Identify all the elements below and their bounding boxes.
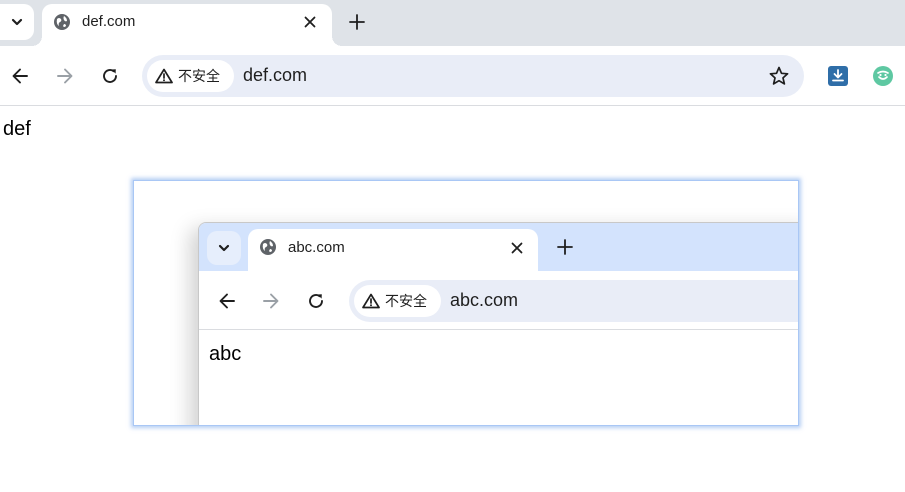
embedded-screenshot: abc.com 不安全 abc.com abc [133,180,799,426]
back-button[interactable] [6,62,34,90]
inner-tab-title: abc.com [288,239,345,256]
chevron-down-icon [218,244,230,252]
reload-button[interactable] [96,62,124,90]
inner-new-tab-button [551,233,579,261]
page-body-text: def [3,118,31,140]
inner-reload-button [302,287,330,315]
plus-icon [349,14,365,30]
inner-browser-window: abc.com 不安全 abc.com abc [198,222,798,425]
inner-address-bar: 不安全 abc.com [349,280,798,322]
globe-icon [260,239,276,255]
inner-security-chip: 不安全 [354,285,441,317]
inner-url-text: abc.com [450,290,519,310]
inner-forward-button [257,287,285,315]
forward-button[interactable] [51,62,79,90]
warning-icon [362,293,380,309]
inner-tab-strip: abc.com [199,223,798,271]
close-icon [511,242,523,254]
tab-active[interactable]: def.com [32,4,342,46]
reload-icon [103,69,117,83]
security-chip-label: 不安全 [178,69,220,85]
inner-page-body-text: abc [209,343,242,365]
url-text[interactable]: def.com [243,65,307,86]
tab-search-button[interactable] [0,4,34,40]
toolbar: 不安全 def.com [0,46,905,106]
tab-strip: def.com [0,0,905,46]
chevron-down-icon [11,18,23,26]
reload-icon [309,294,323,308]
arrow-right-icon [263,293,279,309]
inner-close-tab-button [507,238,527,258]
inner-tab: abc.com [248,229,538,271]
arrow-left-icon [12,68,28,84]
address-bar[interactable]: 不安全 def.com [142,55,804,97]
inner-back-button [213,287,241,315]
inner-security-chip-label: 不安全 [385,294,427,310]
close-tab-button[interactable] [300,12,320,32]
plus-icon [557,239,573,255]
inner-tab-search-button [207,231,241,265]
globe-icon [54,14,70,30]
warning-icon [155,68,173,84]
arrow-right-icon [57,68,73,84]
tab-title: def.com [82,13,136,30]
inner-toolbar: 不安全 abc.com [199,271,798,330]
download-extension-icon[interactable] [827,65,849,87]
arrow-left-icon [219,293,235,309]
security-chip[interactable]: 不安全 [147,60,234,92]
new-tab-button[interactable] [343,8,371,36]
green-extension-icon[interactable] [872,65,894,87]
star-icon[interactable] [768,65,790,87]
close-icon [304,16,316,28]
